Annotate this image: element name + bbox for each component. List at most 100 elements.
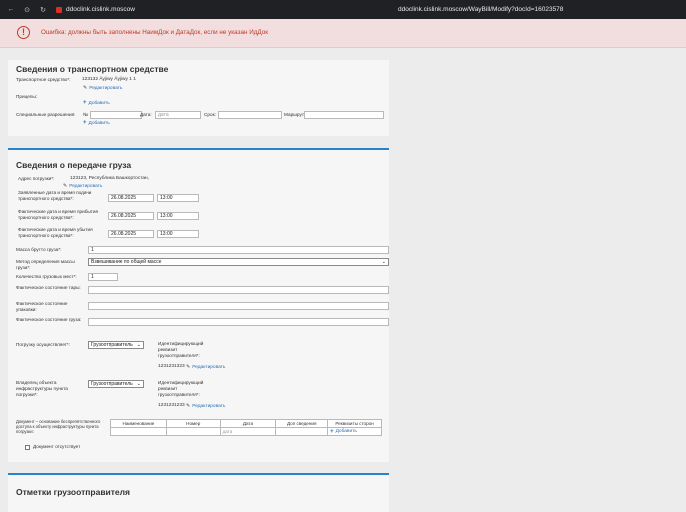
- id-req-value: 1231231323: [158, 364, 185, 369]
- doc-parties-cell: + Добавить: [327, 427, 382, 436]
- gross-input[interactable]: 1: [88, 246, 389, 254]
- column-header: Реквизиты сторон: [327, 419, 382, 428]
- permit-route-input[interactable]: [304, 111, 384, 119]
- chevron-down-icon: ⌄: [381, 259, 386, 265]
- departure-date-input[interactable]: 26.08.2025: [108, 230, 154, 238]
- trailers-label: Прицепы:: [16, 94, 38, 99]
- section-accent: [8, 473, 389, 475]
- browser-nav: ← ⊙ ↻: [0, 5, 48, 15]
- chevron-down-icon: ⌄: [136, 381, 141, 387]
- transport-panel: Сведения о транспортном средстве Транспо…: [8, 60, 389, 136]
- loading-by-select[interactable]: Грузоотправитель ⌄: [88, 341, 144, 349]
- declared-label: Заявленные дата и время подачи транспорт…: [18, 190, 92, 201]
- loading-by-label: Погрузку осуществляет*:: [16, 342, 71, 347]
- docs-table: Наименование Номер Дата Доп сведения Рек…: [110, 419, 382, 436]
- permit-number-input[interactable]: [90, 111, 142, 119]
- places-label: Количество грузовых мест*:: [16, 274, 77, 279]
- method-select[interactable]: Взвешивание по общей массе ⌄: [88, 258, 389, 266]
- tab-host-label: ddoclink.cislink.moscow: [66, 6, 135, 13]
- section-accent: [8, 148, 389, 150]
- cargo-label: Фактическое состояние груза:: [16, 317, 82, 322]
- vehicle-label: Транспортное средство*:: [16, 77, 71, 82]
- special-permits-label: Специальные разрешения:: [16, 112, 76, 117]
- site-info-icon[interactable]: ⊙: [22, 5, 32, 15]
- container-input[interactable]: [88, 286, 389, 294]
- error-message: Ошибка: должны быть заполнены НаимДок и …: [41, 29, 269, 36]
- column-header: Номер: [165, 419, 221, 428]
- permits-add-label: Добавить: [88, 120, 110, 126]
- vehicle-edit-link[interactable]: ✎ Редактировать: [83, 85, 122, 91]
- trailers-add-link[interactable]: + Добавить: [83, 100, 110, 106]
- doc-extra-input[interactable]: [275, 427, 329, 436]
- plus-icon: +: [83, 100, 87, 106]
- doc-absent-label: Документ отсутствует: [33, 444, 81, 449]
- reload-icon[interactable]: ↻: [38, 5, 48, 15]
- permit-term-label: Срок:: [204, 112, 216, 117]
- arrival-time-input[interactable]: 13:00: [157, 212, 199, 220]
- transfer-panel: Сведения о передаче груза Адрес погрузки…: [8, 148, 389, 462]
- shipper-marks-title: Отметки грузоотправителя: [16, 487, 131, 497]
- doc-label: Документ – основание беспрепятственного …: [16, 419, 101, 435]
- alert-circle-icon: !: [17, 26, 30, 39]
- packaging-label: Фактическое состояние упаковки:: [16, 301, 68, 312]
- doc-name-input[interactable]: [110, 427, 167, 436]
- back-icon[interactable]: ←: [6, 5, 16, 15]
- permit-term-input[interactable]: [218, 111, 282, 119]
- address-bar[interactable]: ddoclink.cislink.moscow/WayBill/Modify?d…: [398, 6, 563, 13]
- owner-label: Владелец объекта инфраструктуры пункта п…: [16, 380, 68, 397]
- id-req2-label: Идентифицирующий реквизит грузоотправите…: [158, 380, 204, 397]
- table-header-row: Наименование Номер Дата Доп сведения Рек…: [110, 419, 382, 428]
- id-req2-value: 1231231233: [158, 403, 185, 408]
- places-input[interactable]: 1: [88, 273, 118, 281]
- permit-date-input[interactable]: дата: [155, 111, 201, 119]
- method-label: Метод определения массы груза*:: [16, 259, 75, 270]
- owner-value: Грузоотправитель: [91, 381, 133, 387]
- permit-route-label: Маршрут:: [284, 112, 306, 117]
- plus-icon: +: [83, 120, 87, 126]
- error-banner: ! Ошибка: должны быть заполнены НаимДок …: [0, 19, 686, 48]
- doc-add-label: Добавить: [335, 429, 357, 434]
- departure-label: Фактические дата и время убытия транспор…: [18, 227, 93, 238]
- gross-label: Масса брутто груза*:: [16, 247, 62, 252]
- tab-host[interactable]: ddoclink.cislink.moscow: [56, 6, 135, 13]
- trailers-add-label: Добавить: [88, 100, 110, 106]
- declared-date-input[interactable]: 26.08.2025: [108, 194, 154, 202]
- arrival-date-input[interactable]: 26.08.2025: [108, 212, 154, 220]
- column-header: Наименование: [110, 419, 167, 428]
- owner-select[interactable]: Грузоотправитель ⌄: [88, 380, 144, 388]
- packaging-input[interactable]: [88, 302, 389, 310]
- loading-by-value: Грузоотправитель: [91, 342, 133, 348]
- pencil-icon: ✎: [186, 403, 191, 409]
- address-edit-link[interactable]: ✎ Редактировать: [63, 183, 102, 189]
- vehicle-edit-label: Редактировать: [89, 85, 123, 91]
- id-req2-edit-label: Редактировать: [192, 403, 226, 409]
- doc-date-input[interactable]: дата: [219, 427, 277, 436]
- table-row: дата + Добавить: [110, 427, 382, 436]
- favicon-icon: [56, 6, 62, 13]
- address-label: Адрес погрузки*:: [18, 176, 55, 181]
- pencil-icon: ✎: [63, 183, 68, 189]
- vehicle-value: 123132 Âyjiwy Âyjiwy 1 1: [82, 77, 136, 82]
- id-req2-edit-link[interactable]: ✎ Редактировать: [186, 403, 225, 409]
- declared-time-input[interactable]: 13:00: [157, 194, 199, 202]
- pencil-icon: ✎: [83, 85, 88, 91]
- doc-add-link[interactable]: + Добавить: [330, 429, 357, 435]
- plus-icon: +: [330, 428, 334, 435]
- permit-number-label: №: [83, 112, 89, 117]
- browser-toolbar: ← ⊙ ↻ ddoclink.cislink.moscow ddoclink.c…: [0, 0, 686, 19]
- column-header: Доп сведения: [275, 419, 329, 428]
- method-value: Взвешивание по общей массе: [91, 259, 162, 265]
- permit-date-label: Дата:: [140, 112, 152, 117]
- departure-time-input[interactable]: 13:00: [157, 230, 199, 238]
- permits-add-link[interactable]: + Добавить: [83, 120, 110, 126]
- column-header: Дата: [219, 419, 277, 428]
- doc-number-input[interactable]: [165, 427, 221, 436]
- doc-absent-checkbox[interactable]: [25, 445, 30, 450]
- arrival-label: Фактические дата и время прибытия трансп…: [18, 209, 99, 220]
- id-req-label: Идентифицирующий реквизит грузоотправите…: [158, 341, 204, 358]
- cargo-input[interactable]: [88, 318, 389, 326]
- id-req-edit-link[interactable]: ✎ Редактировать: [186, 364, 225, 370]
- container-label: Фактическое состояние тары:: [16, 285, 81, 290]
- address-edit-label: Редактировать: [69, 183, 103, 189]
- shipper-marks-panel: Отметки грузоотправителя: [8, 473, 389, 512]
